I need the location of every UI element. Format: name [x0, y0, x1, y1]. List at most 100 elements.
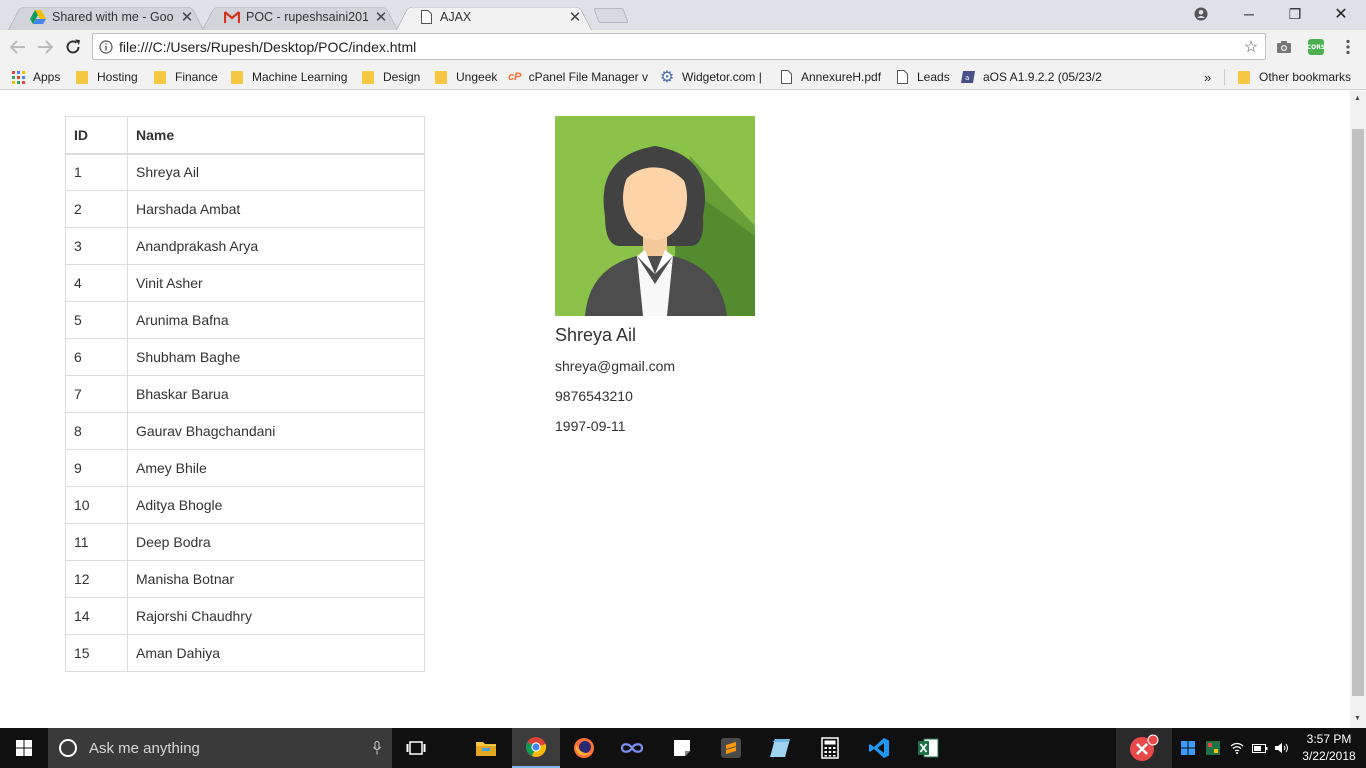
- bookmark-star-icon[interactable]: ☆: [1237, 37, 1265, 57]
- page-scrollbar[interactable]: ▲ ▼: [1350, 91, 1366, 728]
- id-cell: 2: [65, 190, 128, 228]
- table-row[interactable]: 8 Gaurav Bhagchandani: [65, 412, 425, 450]
- sublime-text-icon[interactable]: [707, 728, 755, 768]
- new-tab-button[interactable]: [593, 8, 629, 23]
- id-cell: 1: [65, 153, 128, 191]
- page-icon: [778, 69, 794, 85]
- name-cell[interactable]: Arunima Bafna: [127, 301, 425, 339]
- info-icon[interactable]: [93, 39, 119, 54]
- chrome-icon[interactable]: [512, 728, 560, 768]
- google-drive-icon: [30, 9, 46, 25]
- table-row[interactable]: 11 Deep Bodra: [65, 523, 425, 561]
- reload-icon[interactable]: [62, 36, 84, 58]
- bookmark-other[interactable]: Other bookmarks: [1236, 68, 1351, 86]
- forward-arrow-icon[interactable]: [34, 36, 56, 58]
- name-cell[interactable]: Gaurav Bhagchandani: [127, 412, 425, 450]
- vscode-icon[interactable]: [855, 728, 903, 768]
- taskbar-clock[interactable]: 3:57 PM 3/22/2018: [1296, 731, 1362, 765]
- microphone-icon[interactable]: [362, 741, 392, 755]
- name-cell[interactable]: Vinit Asher: [127, 264, 425, 302]
- bookmark-leads[interactable]: Leads: [894, 68, 950, 86]
- table-row[interactable]: 7 Bhaskar Barua: [65, 375, 425, 413]
- cortana-search-box[interactable]: Ask me anything: [48, 728, 392, 768]
- table-row[interactable]: 2 Harshada Ambat: [65, 190, 425, 228]
- profile-icon[interactable]: [1178, 0, 1224, 28]
- address-bar[interactable]: file:///C:/Users/Rupesh/Desktop/POC/inde…: [92, 33, 1266, 60]
- sticky-notes-icon[interactable]: [658, 728, 706, 768]
- tab-close-icon[interactable]: ✕: [374, 8, 388, 26]
- windows-defender-icon[interactable]: [1180, 728, 1196, 768]
- table-row[interactable]: 10 Aditya Bhogle: [65, 486, 425, 524]
- name-cell[interactable]: Aman Dahiya: [127, 634, 425, 672]
- start-button[interactable]: [0, 728, 48, 768]
- bookmark-widgetor[interactable]: ⚙ Widgetor.com |: [659, 68, 762, 86]
- id-cell: 6: [65, 338, 128, 376]
- tab-poc-gmail[interactable]: POC - rupeshsaini2011@ ✕: [202, 3, 398, 30]
- cors-extension-icon[interactable]: CORS: [1307, 38, 1325, 56]
- tab-close-icon[interactable]: ✕: [180, 8, 194, 26]
- name-cell[interactable]: Manisha Botnar: [127, 560, 425, 598]
- page-icon: [894, 69, 910, 85]
- id-cell: 7: [65, 375, 128, 413]
- name-cell[interactable]: Deep Bodra: [127, 523, 425, 561]
- camera-icon[interactable]: [1275, 38, 1293, 56]
- table-row[interactable]: 15 Aman Dahiya: [65, 634, 425, 672]
- file-explorer-icon[interactable]: [462, 728, 510, 768]
- tray-excel-icon[interactable]: [1204, 728, 1222, 768]
- bookmark-label: Widgetor.com |: [682, 70, 762, 84]
- bookmarks-overflow-chevron-icon[interactable]: »: [1204, 68, 1211, 86]
- name-cell[interactable]: Bhaskar Barua: [127, 375, 425, 413]
- apps-icon: [10, 69, 26, 85]
- minimize-button[interactable]: ─: [1226, 0, 1272, 28]
- battery-icon[interactable]: [1250, 728, 1270, 768]
- tab-ajax[interactable]: AJAX ✕: [396, 3, 592, 30]
- restore-button[interactable]: ❐: [1272, 0, 1318, 28]
- table-row[interactable]: 3 Anandprakash Arya: [65, 227, 425, 265]
- tab-close-icon[interactable]: ✕: [568, 8, 582, 26]
- infinity-app-icon[interactable]: [608, 728, 656, 768]
- table-row[interactable]: 9 Amey Bhile: [65, 449, 425, 487]
- name-cell[interactable]: Anandprakash Arya: [127, 227, 425, 265]
- bookmark-machine-learning[interactable]: Machine Learning: [229, 68, 347, 86]
- bookmark-label: cPanel File Manager v: [528, 70, 648, 84]
- bookmark-apps[interactable]: Apps: [10, 68, 60, 86]
- firefox-icon[interactable]: [560, 728, 608, 768]
- table-header-row: ID Name: [65, 116, 425, 155]
- bookmark-ungeek[interactable]: Ungeek: [433, 68, 497, 86]
- name-cell[interactable]: Shreya Ail: [127, 153, 425, 191]
- table-row[interactable]: 6 Shubham Baghe: [65, 338, 425, 376]
- name-cell[interactable]: Amey Bhile: [127, 449, 425, 487]
- back-arrow-icon[interactable]: [7, 36, 29, 58]
- bookmark-finance[interactable]: Finance: [152, 68, 218, 86]
- excel-icon[interactable]: [904, 728, 952, 768]
- scrollbar-thumb[interactable]: [1352, 129, 1364, 696]
- scroll-up-arrow-icon[interactable]: ▲: [1354, 95, 1361, 102]
- task-view-icon[interactable]: [392, 728, 440, 768]
- bookmark-aos[interactable]: a aOS A1.9.2.2 (05/23/2: [960, 68, 1102, 86]
- bookmark-cpanel[interactable]: cP cPanel File Manager v: [508, 68, 648, 86]
- bookmark-annexure[interactable]: AnnexureH.pdf: [778, 68, 881, 86]
- notepad-icon[interactable]: [756, 728, 804, 768]
- table-row[interactable]: 5 Arunima Bafna: [65, 301, 425, 339]
- bookmark-hosting[interactable]: Hosting: [74, 68, 138, 86]
- name-cell[interactable]: Aditya Bhogle: [127, 486, 425, 524]
- table-row[interactable]: 1 Shreya Ail: [65, 153, 425, 191]
- tab-shared-with-me[interactable]: Shared with me - Google ✕: [8, 3, 204, 30]
- name-cell[interactable]: Rajorshi Chaudhry: [127, 597, 425, 635]
- scroll-down-arrow-icon[interactable]: ▼: [1354, 715, 1361, 722]
- table-row[interactable]: 4 Vinit Asher: [65, 264, 425, 302]
- wifi-icon[interactable]: [1228, 728, 1246, 768]
- table-row[interactable]: 12 Manisha Botnar: [65, 560, 425, 598]
- bookmark-design[interactable]: Design: [360, 68, 420, 86]
- name-cell[interactable]: Shubham Baghe: [127, 338, 425, 376]
- menu-kebab-icon[interactable]: [1339, 38, 1357, 56]
- tray-app-icon[interactable]: [1116, 728, 1172, 768]
- table-row[interactable]: 14 Rajorshi Chaudhry: [65, 597, 425, 635]
- volume-icon[interactable]: [1272, 728, 1292, 768]
- profile-email: shreya@gmail.com: [555, 358, 676, 374]
- name-cell[interactable]: Harshada Ambat: [127, 190, 425, 228]
- url-text[interactable]: file:///C:/Users/Rupesh/Desktop/POC/inde…: [119, 39, 1237, 55]
- id-cell: 12: [65, 560, 128, 598]
- calculator-icon[interactable]: [806, 728, 854, 768]
- close-window-button[interactable]: ✕: [1318, 0, 1364, 28]
